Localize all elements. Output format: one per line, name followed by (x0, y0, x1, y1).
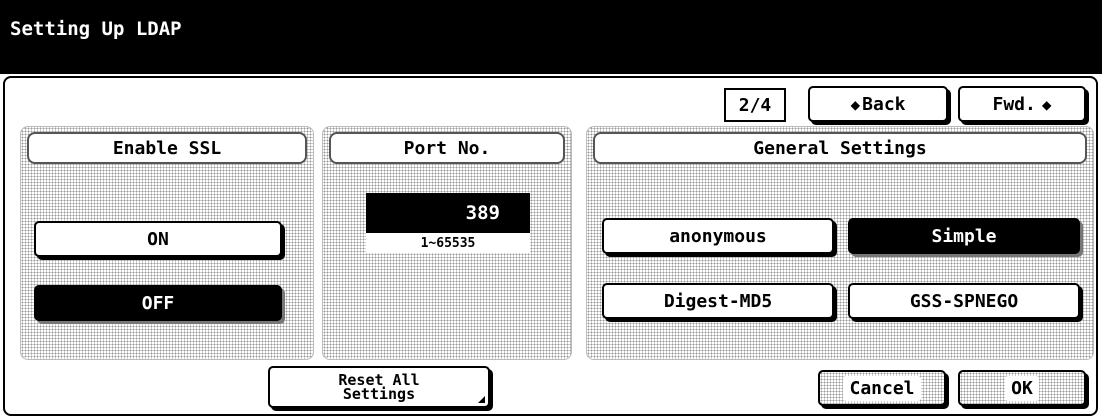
port-header: Port No. (329, 132, 565, 164)
reset-all-settings-button[interactable]: Reset All Settings (268, 366, 490, 408)
forward-button-label: Fwd. (992, 93, 1036, 115)
cancel-button-label: Cancel (843, 375, 921, 401)
auth-simple-button[interactable]: Simple (848, 218, 1080, 254)
port-range-hint: 1~65535 (366, 233, 530, 253)
port-value-field[interactable]: 389 (366, 193, 530, 233)
cancel-button[interactable]: Cancel (818, 370, 946, 406)
title-bar: Setting Up LDAP (0, 0, 1102, 74)
auth-anonymous-button[interactable]: anonymous (602, 218, 834, 254)
reset-label-line2: Settings (342, 385, 416, 403)
screen-title: Setting Up LDAP (10, 18, 182, 40)
general-settings-header: General Settings (593, 132, 1087, 164)
auth-digest-md5-button[interactable]: Digest-MD5 (602, 283, 834, 319)
back-button-label: Back (862, 93, 906, 115)
corner-triangle-icon (478, 396, 485, 403)
ok-button-label: OK (1005, 375, 1039, 401)
back-button[interactable]: ◆ Back (808, 86, 948, 122)
ok-button[interactable]: OK (958, 370, 1086, 406)
forward-button[interactable]: Fwd. ◆ (958, 86, 1086, 122)
arrow-left-icon: ◆ (850, 94, 861, 114)
auth-gss-spnego-button[interactable]: GSS-SPNEGO (848, 283, 1080, 319)
ssl-off-button[interactable]: OFF (34, 285, 282, 321)
arrow-right-icon: ◆ (1041, 94, 1052, 114)
page-indicator: 2/4 (724, 88, 786, 122)
enable-ssl-header: Enable SSL (27, 132, 307, 164)
ssl-on-button[interactable]: ON (34, 221, 282, 257)
